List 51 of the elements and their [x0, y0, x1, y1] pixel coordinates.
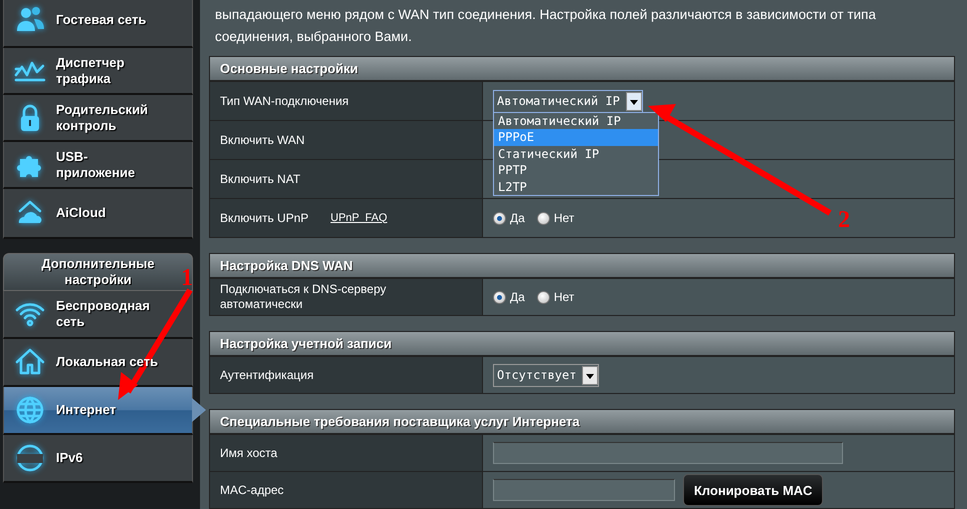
sidebar-item-label: Гостевая сеть [56, 12, 148, 28]
radio-button[interactable] [536, 290, 550, 304]
sidebar-item[interactable]: USB-приложение [3, 142, 193, 189]
sidebar-item-label: AiCloud [56, 205, 107, 221]
ipv6-globe-icon [14, 442, 46, 474]
section-title: Основные настройки [210, 57, 954, 81]
select-field[interactable]: Отсутствует [493, 364, 600, 386]
field-label: MAC-адрес [220, 482, 284, 498]
annotation-number: 2 [838, 208, 850, 232]
sidebar-item[interactable]: Родительский контроль [3, 95, 193, 142]
caret-icon [582, 366, 598, 384]
radio-option[interactable]: Нет [536, 290, 574, 304]
field-label: Подключаться к DNS-серверу автоматически [220, 282, 388, 312]
radio-button[interactable] [493, 212, 506, 224]
sidebar-item[interactable]: Диспетчер трафика [3, 48, 193, 95]
field-label: Включить NAT [220, 172, 300, 186]
dropdown-option[interactable]: L2TP [494, 178, 658, 195]
field-label: Включить WAN [220, 132, 305, 148]
radio-option[interactable]: Да [493, 290, 525, 304]
field-label: Имя хоста [220, 446, 278, 460]
section-title: Настройка DNS WAN [210, 254, 954, 278]
radio-button[interactable] [493, 290, 506, 304]
faq-link[interactable]: UPnP FAQ [330, 210, 388, 226]
radio-option[interactable]: Нет [536, 211, 574, 225]
section-title: Специальные требования поставщика услуг Интернета [210, 410, 954, 434]
caret-icon [626, 92, 642, 110]
sidebar-item-label: USB-приложение [56, 148, 136, 180]
sidebar-item[interactable]: Беспроводная сеть [3, 291, 193, 339]
radio-option[interactable]: Да [493, 211, 525, 225]
sidebar-item[interactable]: IPv6 [3, 435, 193, 483]
sidebar-item-label: Интернет [56, 402, 118, 418]
field-label: Включить UPnP [220, 210, 309, 226]
sidebar-item[interactable]: AiCloud [3, 189, 193, 239]
text-field[interactable] [493, 442, 843, 464]
dropdown-option[interactable]: Статический IP [494, 146, 658, 162]
section-title: Настройка учетной записи [210, 332, 954, 356]
sidebar-item-label: IPv6 [56, 450, 84, 466]
annotation-number: 1 [181, 266, 193, 290]
clone-mac-button[interactable]: Клонировать MAC [683, 474, 824, 506]
field-label: Тип WAN-подключения [220, 94, 349, 108]
dropdown-option[interactable]: Автоматический IP [494, 112, 658, 129]
field-label: Аутентификация [220, 368, 314, 382]
sidebar-item-label: Беспроводная сеть [56, 298, 151, 330]
intro-text: выпадающего меню рядом с WAN тип соединения. Настройка полей различаются в зависимости от типа соединения, выбранного Вами. [215, 6, 877, 46]
sidebar-item-label: Родительский контроль [56, 102, 149, 134]
sidebar-item-label: Диспетчер трафика [56, 54, 126, 86]
sidebar-item[interactable]: Гостевая сеть [3, 0, 193, 48]
text-field[interactable] [493, 479, 675, 501]
globe-icon [14, 394, 46, 426]
dropdown-option[interactable]: PPTP [494, 162, 658, 178]
radio-button[interactable] [536, 212, 550, 224]
